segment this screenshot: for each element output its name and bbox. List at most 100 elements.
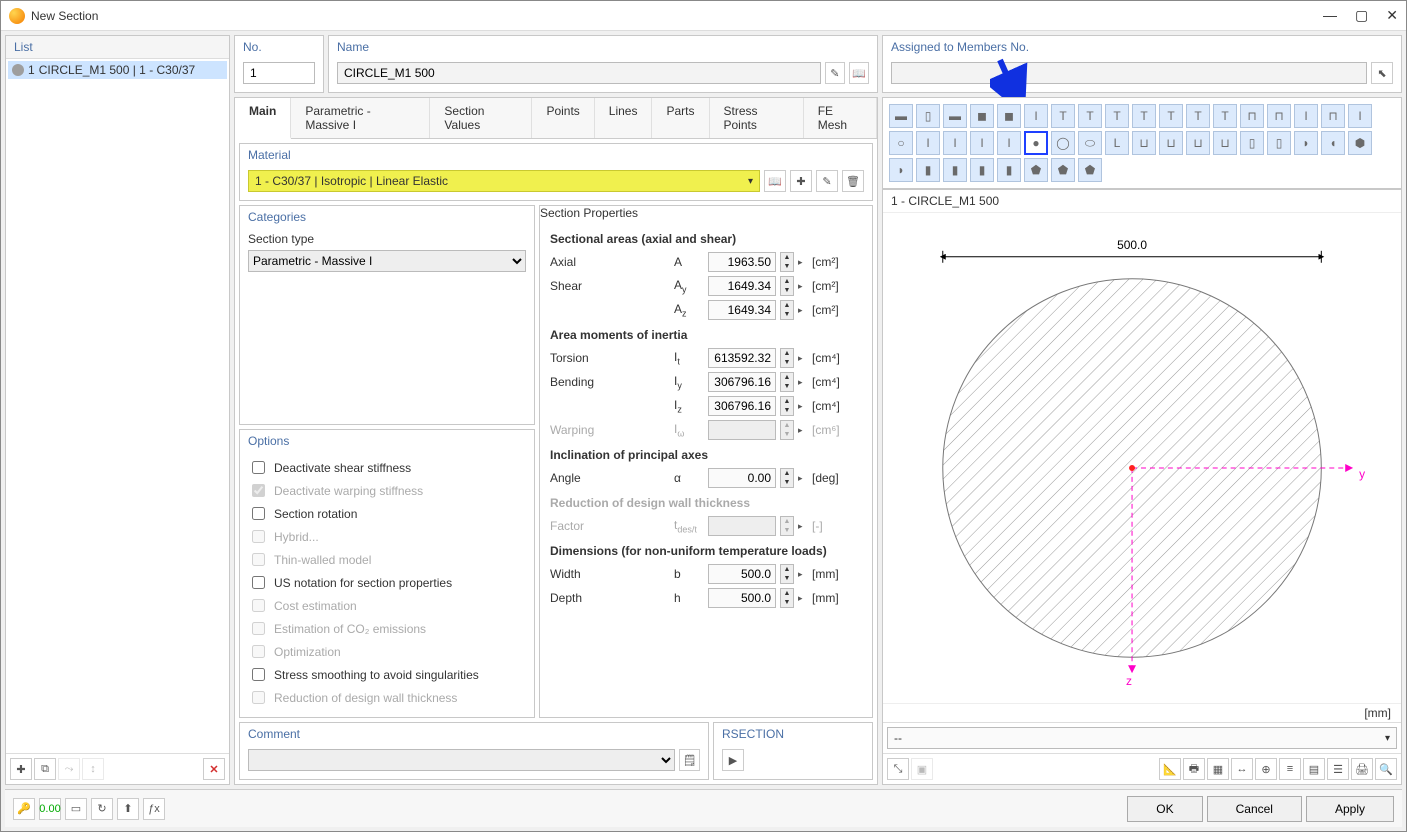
tab-stress-points[interactable]: Stress Points bbox=[710, 98, 804, 138]
expand-icon[interactable]: ▸ bbox=[798, 593, 808, 604]
pick-member-button[interactable]: ⬉ bbox=[1371, 62, 1393, 84]
maximize-button[interactable]: ▢ bbox=[1355, 7, 1368, 24]
palette-shape-37[interactable]: ▮ bbox=[916, 158, 940, 182]
palette-shape-32[interactable]: ▯ bbox=[1267, 131, 1291, 155]
material-edit-button[interactable]: ✎ bbox=[816, 170, 838, 192]
spinner[interactable]: ▲▼ bbox=[780, 300, 794, 320]
preview-dim-button[interactable]: ↔ bbox=[1231, 758, 1253, 780]
preview-tool-1[interactable]: ⤡ bbox=[887, 758, 909, 780]
preview-center-button[interactable]: ⊕ bbox=[1255, 758, 1277, 780]
expand-icon[interactable]: ▸ bbox=[798, 281, 808, 292]
tab-parts[interactable]: Parts bbox=[652, 98, 709, 138]
expand-icon[interactable]: ▸ bbox=[798, 569, 808, 580]
fx-button[interactable]: ƒx bbox=[143, 798, 165, 820]
spinner[interactable]: ▲▼ bbox=[780, 468, 794, 488]
spinner[interactable]: ▲▼ bbox=[780, 252, 794, 272]
palette-shape-16[interactable]: ⊓ bbox=[1321, 104, 1345, 128]
preview-combo[interactable]: -- bbox=[887, 727, 1397, 749]
material-lib-button[interactable]: 📖 bbox=[764, 170, 786, 192]
preview-search-button[interactable]: 🔍 bbox=[1375, 758, 1397, 780]
show-button[interactable]: ▭ bbox=[65, 798, 87, 820]
ok-button[interactable]: OK bbox=[1127, 796, 1202, 822]
preview-grid-button[interactable]: ▦ bbox=[1207, 758, 1229, 780]
palette-shape-17[interactable]: I bbox=[1348, 104, 1372, 128]
palette-shape-7[interactable]: T bbox=[1078, 104, 1102, 128]
material-new-button[interactable]: ✚ bbox=[790, 170, 812, 192]
palette-shape-29[interactable]: ⊔ bbox=[1186, 131, 1210, 155]
minimize-button[interactable]: — bbox=[1323, 7, 1337, 24]
preview-print-button[interactable]: 🖶 bbox=[1183, 758, 1205, 780]
edit-name-button[interactable]: ✎ bbox=[825, 62, 845, 84]
spinner[interactable]: ▲▼ bbox=[780, 588, 794, 608]
palette-shape-36[interactable]: ◗ bbox=[889, 158, 913, 182]
prop-input[interactable] bbox=[708, 348, 776, 368]
palette-shape-11[interactable]: T bbox=[1186, 104, 1210, 128]
list-item[interactable]: 1 CIRCLE_M1 500 | 1 - C30/37 bbox=[8, 61, 227, 79]
prop-input[interactable] bbox=[708, 468, 776, 488]
option-checkbox[interactable] bbox=[252, 668, 265, 681]
option-stress-smoothing-to-avoid-singularities[interactable]: Stress smoothing to avoid singularities bbox=[248, 663, 526, 686]
copy-item-button[interactable]: ⧉ bbox=[34, 758, 56, 780]
preview-mesh-button[interactable]: ▤ bbox=[1303, 758, 1325, 780]
palette-shape-38[interactable]: ▮ bbox=[943, 158, 967, 182]
palette-shape-21[interactable]: I bbox=[970, 131, 994, 155]
palette-shape-40[interactable]: ▮ bbox=[997, 158, 1021, 182]
cancel-button[interactable]: Cancel bbox=[1207, 796, 1302, 822]
palette-shape-6[interactable]: T bbox=[1051, 104, 1075, 128]
tab-main[interactable]: Main bbox=[235, 98, 291, 139]
palette-shape-15[interactable]: I bbox=[1294, 104, 1318, 128]
material-select[interactable]: 1 - C30/37 | Isotropic | Linear Elastic bbox=[248, 170, 760, 192]
section-type-select[interactable]: Parametric - Massive I bbox=[248, 250, 526, 272]
palette-shape-2[interactable]: ▬ bbox=[943, 104, 967, 128]
palette-shape-24[interactable]: ◯ bbox=[1051, 131, 1075, 155]
prop-input[interactable] bbox=[708, 276, 776, 296]
palette-shape-26[interactable]: L bbox=[1105, 131, 1129, 155]
comment-select[interactable] bbox=[248, 749, 675, 771]
material-delete-button[interactable]: 🗑 bbox=[842, 170, 864, 192]
palette-shape-5[interactable]: I bbox=[1024, 104, 1048, 128]
tab-parametric-massive-i[interactable]: Parametric - Massive I bbox=[291, 98, 430, 138]
prop-input[interactable] bbox=[708, 396, 776, 416]
preview-stress-button[interactable]: ≡ bbox=[1279, 758, 1301, 780]
palette-shape-8[interactable]: T bbox=[1105, 104, 1129, 128]
preview-axes-button[interactable]: 📐 bbox=[1159, 758, 1181, 780]
import-button[interactable]: ⬆ bbox=[117, 798, 139, 820]
no-input[interactable] bbox=[243, 62, 315, 84]
palette-shape-42[interactable]: ⬟ bbox=[1051, 158, 1075, 182]
palette-shape-27[interactable]: ⊔ bbox=[1132, 131, 1156, 155]
tab-points[interactable]: Points bbox=[532, 98, 594, 138]
palette-shape-39[interactable]: ▮ bbox=[970, 158, 994, 182]
units-button[interactable]: 🔑 bbox=[13, 798, 35, 820]
spinner[interactable]: ▲▼ bbox=[780, 564, 794, 584]
preview-printer-button[interactable]: 🖨 bbox=[1351, 758, 1373, 780]
tab-lines[interactable]: Lines bbox=[595, 98, 653, 138]
name-input[interactable] bbox=[337, 62, 821, 84]
option-section-rotation[interactable]: Section rotation bbox=[248, 502, 526, 525]
palette-shape-1[interactable]: ▯ bbox=[916, 104, 940, 128]
prop-input[interactable] bbox=[708, 564, 776, 584]
palette-shape-14[interactable]: ⊓ bbox=[1267, 104, 1291, 128]
palette-shape-20[interactable]: I bbox=[943, 131, 967, 155]
expand-icon[interactable]: ▸ bbox=[798, 257, 808, 268]
rotate-button[interactable]: ↻ bbox=[91, 798, 113, 820]
new-item-button[interactable]: ✚ bbox=[10, 758, 32, 780]
palette-shape-23[interactable]: ● bbox=[1024, 131, 1048, 155]
palette-shape-41[interactable]: ⬟ bbox=[1024, 158, 1048, 182]
prop-input[interactable] bbox=[708, 588, 776, 608]
comment-edit-button[interactable]: 🗒 bbox=[679, 749, 700, 771]
palette-shape-18[interactable]: ○ bbox=[889, 131, 913, 155]
tab-fe-mesh[interactable]: FE Mesh bbox=[804, 98, 877, 138]
palette-shape-0[interactable]: ▬ bbox=[889, 104, 913, 128]
spinner[interactable]: ▲▼ bbox=[780, 348, 794, 368]
tab-section-values[interactable]: Section Values bbox=[430, 98, 532, 138]
expand-icon[interactable]: ▸ bbox=[798, 377, 808, 388]
prop-input[interactable] bbox=[708, 300, 776, 320]
option-checkbox[interactable] bbox=[252, 461, 265, 474]
palette-shape-9[interactable]: T bbox=[1132, 104, 1156, 128]
option-us-notation-for-section-properties[interactable]: US notation for section properties bbox=[248, 571, 526, 594]
apply-button[interactable]: Apply bbox=[1306, 796, 1394, 822]
palette-shape-12[interactable]: T bbox=[1213, 104, 1237, 128]
palette-shape-25[interactable]: ⬭ bbox=[1078, 131, 1102, 155]
option-checkbox[interactable] bbox=[252, 507, 265, 520]
spinner[interactable]: ▲▼ bbox=[780, 396, 794, 416]
